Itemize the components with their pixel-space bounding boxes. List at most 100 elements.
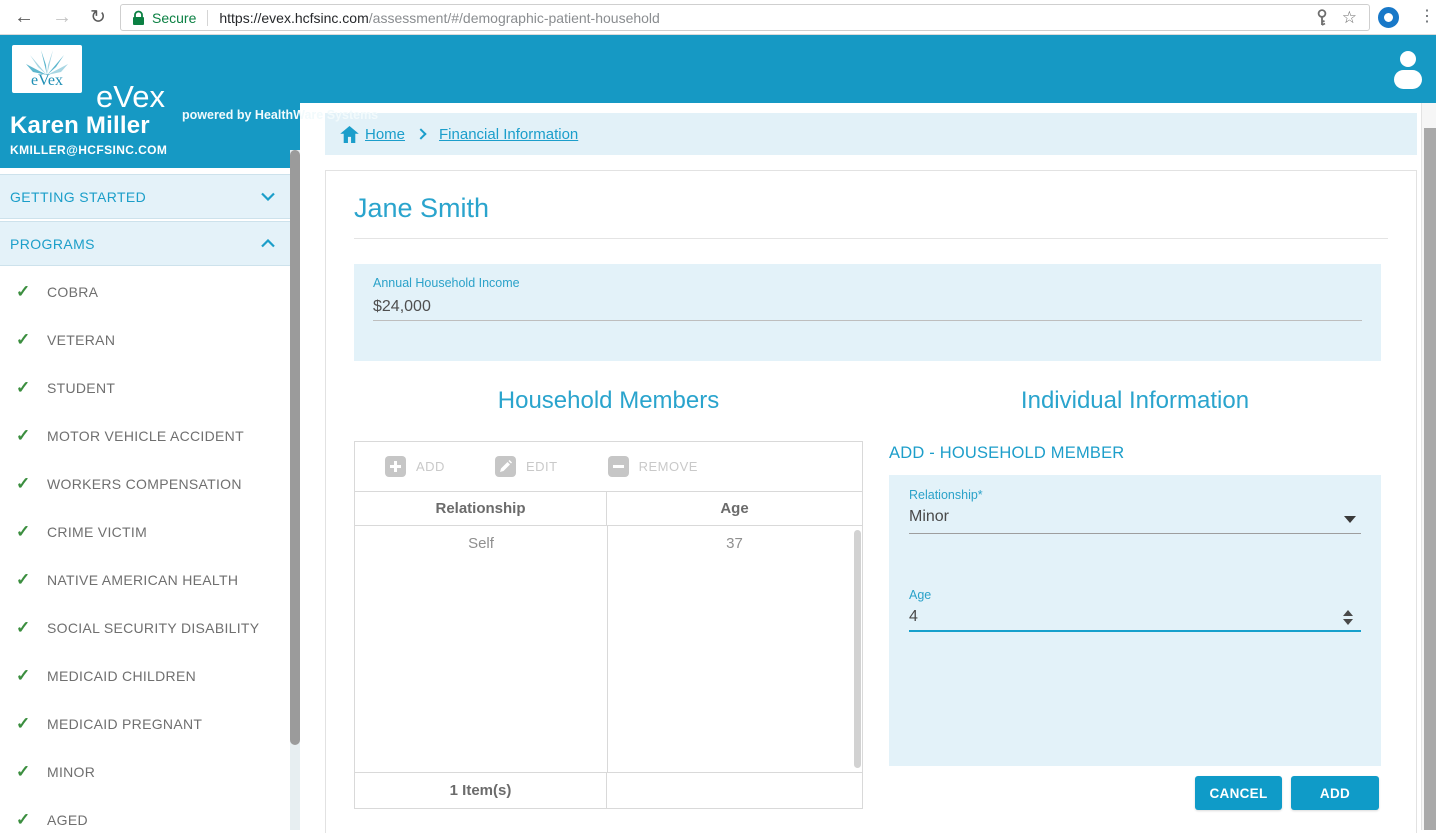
powered-by-text: powered by HealthWare Systems <box>182 108 378 122</box>
breadcrumb-home-link[interactable]: Home <box>365 126 405 143</box>
program-label: VETERAN <box>47 332 115 348</box>
check-icon: ✓ <box>16 282 47 302</box>
sidebar-program-item[interactable]: ✓ MOTOR VEHICLE ACCIDENT <box>0 412 290 460</box>
reload-button-icon[interactable]: ↻ <box>86 8 110 27</box>
table-row[interactable]: Self 37 <box>355 526 862 562</box>
program-label: STUDENT <box>47 380 115 396</box>
sidebar-program-item[interactable]: ✓ NATIVE AMERICAN HEALTH <box>0 556 290 604</box>
add-button[interactable]: ADD <box>1291 776 1379 810</box>
program-label: COBRA <box>47 284 98 300</box>
sidebar-section-programs[interactable]: PROGRAMS <box>0 221 290 266</box>
check-icon: ✓ <box>16 426 47 446</box>
program-label: NATIVE AMERICAN HEALTH <box>47 572 238 588</box>
check-icon: ✓ <box>16 378 47 398</box>
sidebar-program-item[interactable]: ✓ SOCIAL SECURITY DISABILITY <box>0 604 290 652</box>
sidebar-program-item[interactable]: ✓ MEDICAID PREGNANT <box>0 700 290 748</box>
user-email: KMILLER@HCFSINC.COM <box>10 143 300 157</box>
check-icon: ✓ <box>16 522 47 542</box>
check-icon: ✓ <box>16 810 47 830</box>
check-icon: ✓ <box>16 666 47 686</box>
breadcrumb-separator-icon <box>415 128 426 139</box>
sidebar-program-item[interactable]: ✓ COBRA <box>0 268 290 316</box>
spinner-down-arrow[interactable] <box>1343 619 1353 625</box>
select-dropdown-arrow-icon <box>1344 516 1356 523</box>
address-bar[interactable]: Secure https://evex.hcfsinc.com/assessme… <box>120 4 1370 31</box>
program-label: CRIME VICTIM <box>47 524 147 540</box>
remove-button-label: REMOVE <box>639 459 698 474</box>
individual-form-panel: Relationship* Minor Age <box>889 475 1381 766</box>
breadcrumb: Home Financial Information <box>325 113 1417 155</box>
back-button-icon[interactable]: ← <box>12 7 36 27</box>
program-label: MEDICAID PREGNANT <box>47 716 202 732</box>
income-input[interactable] <box>373 293 1362 321</box>
table-body: Self 37 <box>355 526 862 772</box>
column-header-age: Age <box>607 492 862 525</box>
edit-button-label: EDIT <box>526 459 558 474</box>
bookmark-star-icon[interactable]: ☆ <box>1342 9 1357 26</box>
program-list: ✓ COBRA ✓ VETERAN ✓ STUDENT ✓ MOTOR VEHI… <box>0 268 300 830</box>
sidebar-section-getting-started[interactable]: GETTING STARTED <box>0 174 290 219</box>
sidebar-program-item[interactable]: ✓ MINOR <box>0 748 290 796</box>
number-spinner-icon[interactable] <box>1341 610 1355 626</box>
add-button-label: ADD <box>416 459 445 474</box>
check-icon: ✓ <box>16 618 47 638</box>
brand-title: eVex <box>96 81 165 112</box>
sidebar-scrollbar[interactable] <box>290 150 300 830</box>
household-members-table: ADD EDIT REMOVE Relationship Age <box>354 441 863 809</box>
cell-relationship: Self <box>355 526 607 562</box>
browser-menu-icon[interactable]: ⋮ <box>1419 8 1435 26</box>
page: { "browser": { "secure_label": "Secure",… <box>0 0 1436 830</box>
password-key-icon[interactable] <box>1316 9 1328 27</box>
age-input[interactable] <box>909 604 1361 632</box>
evex-logo: eVex <box>12 45 82 93</box>
page-scrollbar-thumb[interactable] <box>1424 128 1436 830</box>
program-label: MOTOR VEHICLE ACCIDENT <box>47 428 244 444</box>
household-members-title: Household Members <box>354 387 863 415</box>
divider <box>354 238 1388 239</box>
program-label: AGED <box>47 812 88 828</box>
breadcrumb-current-link[interactable]: Financial Information <box>439 126 578 143</box>
program-label: MEDICAID CHILDREN <box>47 668 196 684</box>
table-toolbar: ADD EDIT REMOVE <box>355 442 862 492</box>
relationship-select[interactable]: Minor <box>909 505 1361 534</box>
programs-label: PROGRAMS <box>10 236 260 252</box>
program-label: MINOR <box>47 764 95 780</box>
home-icon[interactable] <box>340 126 359 143</box>
sidebar-program-item[interactable]: ✓ AGED <box>0 796 290 830</box>
plus-icon <box>385 456 406 477</box>
chevron-up-icon <box>260 239 276 248</box>
add-household-member-subtitle: ADD - HOUSEHOLD MEMBER <box>889 444 1124 463</box>
sidebar-scrollbar-thumb[interactable] <box>290 150 300 745</box>
sidebar-program-item[interactable]: ✓ STUDENT <box>0 364 290 412</box>
url-host: https://evex.hcfsinc.com <box>219 10 368 26</box>
forward-button-icon[interactable]: → <box>50 7 74 27</box>
sidebar-program-item[interactable]: ✓ MEDICAID CHILDREN <box>0 652 290 700</box>
sidebar-program-item[interactable]: ✓ WORKERS COMPENSATION <box>0 460 290 508</box>
add-member-button[interactable]: ADD <box>385 456 445 477</box>
page-scrollbar[interactable] <box>1421 103 1436 830</box>
main-content: Home Financial Information Jane Smith An… <box>300 103 1421 830</box>
profile-badge-icon[interactable] <box>1378 7 1399 28</box>
url-separator <box>207 10 208 26</box>
remove-member-button[interactable]: REMOVE <box>608 456 698 477</box>
minus-icon <box>608 456 629 477</box>
sidebar-program-item[interactable]: ✓ VETERAN <box>0 316 290 364</box>
program-label: WORKERS COMPENSATION <box>47 476 242 492</box>
pencil-icon <box>495 456 516 477</box>
patient-name-title: Jane Smith <box>354 193 489 224</box>
column-divider <box>607 526 608 772</box>
spinner-up-arrow[interactable] <box>1343 610 1353 616</box>
relationship-field-label: Relationship* <box>909 488 983 502</box>
cancel-button[interactable]: CANCEL <box>1195 776 1282 810</box>
check-icon: ✓ <box>16 330 47 350</box>
table-header-row: Relationship Age <box>355 492 862 526</box>
check-icon: ✓ <box>16 762 47 782</box>
user-account-icon[interactable] <box>1393 49 1423 94</box>
column-header-relationship: Relationship <box>355 492 607 525</box>
edit-member-button[interactable]: EDIT <box>495 456 558 477</box>
age-field-label: Age <box>909 588 931 602</box>
sidebar-program-item[interactable]: ✓ CRIME VICTIM <box>0 508 290 556</box>
padlock-icon[interactable] <box>132 10 145 26</box>
table-scrollbar-thumb[interactable] <box>854 530 861 768</box>
table-footer: 1 Item(s) <box>355 772 862 808</box>
